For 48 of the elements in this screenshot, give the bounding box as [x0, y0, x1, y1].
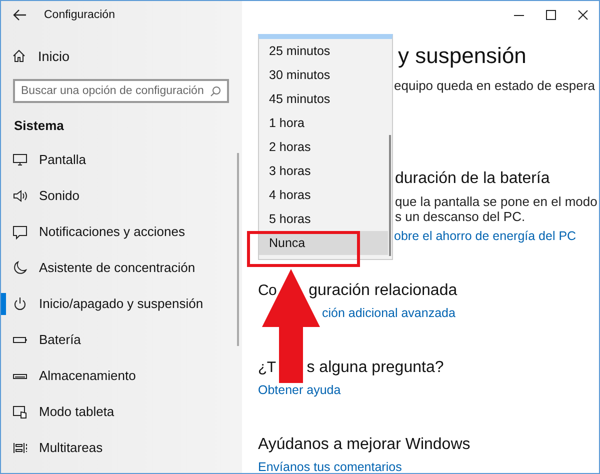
section-heading: Sistema [14, 117, 64, 135]
moon-icon [12, 260, 28, 276]
window-title: Configuración [44, 9, 115, 21]
nav-item[interactable]: Asistente de concentración [1, 250, 242, 286]
page-heading: y suspensión [398, 42, 526, 70]
nav-item[interactable]: Modo tableta [1, 394, 242, 430]
nav-item[interactable]: Pantalla [1, 142, 242, 178]
description-text: que la pantalla se pone en el modo [395, 194, 598, 209]
search-field[interactable]: Buscar una opción de configuración [13, 79, 229, 103]
menu-option[interactable]: 3 horas [259, 159, 388, 183]
search-icon[interactable] [210, 86, 221, 96]
home-icon [12, 49, 26, 63]
maximize-icon[interactable] [545, 9, 557, 21]
menu-option[interactable]: 1 hora [259, 111, 388, 135]
nav-item[interactable]: Almacenamiento [1, 358, 242, 394]
battery-saver-link[interactable]: obre el ahorro de energía del PC [394, 227, 576, 245]
section-heading: guración relacionada [308, 281, 458, 301]
menu-option[interactable]: 5 horas [259, 207, 388, 231]
menu-option[interactable]: 30 minutos [259, 63, 388, 87]
nav-item[interactable]: Batería [1, 322, 242, 358]
section-heading: Co [258, 283, 277, 299]
power-icon [12, 296, 28, 312]
nav-item[interactable]: Multitareas [1, 430, 242, 466]
display-icon [12, 152, 28, 168]
menu-option[interactable]: 45 minutos [259, 87, 388, 111]
back-arrow-icon[interactable] [13, 9, 27, 21]
speech-bubble-icon [12, 224, 28, 240]
help-link[interactable]: Obtener ayuda [258, 381, 341, 399]
scrollbar[interactable] [237, 153, 239, 346]
home-link[interactable]: Inicio [1, 45, 242, 67]
description-text: s un descanso del PC. [395, 209, 526, 224]
nav-item[interactable]: Notificaciones y acciones [1, 214, 242, 250]
section-heading: s alguna pregunta? [306, 358, 444, 378]
advanced-settings-link[interactable]: ción adicional avanzada [322, 304, 456, 322]
menu-option[interactable]: 2 horas [259, 135, 388, 159]
menu-option[interactable]: 4 horas [259, 183, 388, 207]
section-heading: ¿T [258, 360, 276, 376]
close-icon[interactable] [577, 9, 589, 21]
nav-item[interactable]: Sonido [1, 178, 242, 214]
feedback-link[interactable]: Envíanos tus comentarios [258, 458, 402, 473]
description-text: equipo queda en estado de espera [394, 78, 595, 93]
section-heading: Ayúdanos a mejorar Windows [258, 435, 470, 455]
speaker-icon [12, 188, 28, 204]
scrollbar[interactable] [389, 135, 391, 256]
section-heading: duración de la batería [395, 169, 550, 189]
tablet-icon [12, 404, 28, 420]
multitask-icon [12, 440, 28, 456]
menu-option[interactable]: 25 minutos [259, 39, 388, 63]
